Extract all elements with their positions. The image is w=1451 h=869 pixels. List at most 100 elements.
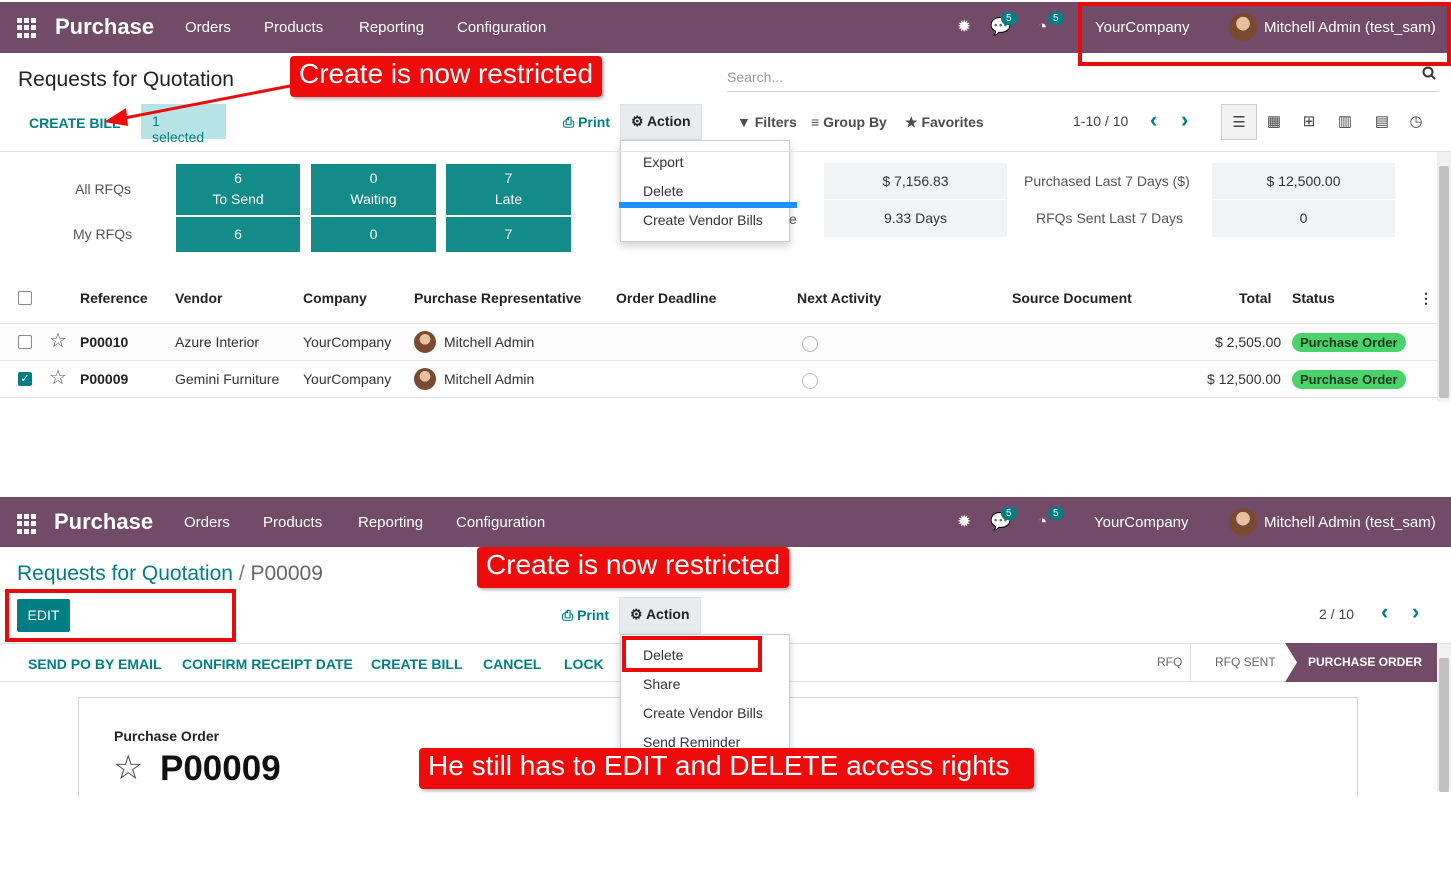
chat-icon[interactable]: 💬 5 [990, 12, 1017, 37]
tile-my-to-send[interactable]: 6 [176, 217, 300, 252]
bug-icon[interactable]: ✹ [957, 512, 971, 532]
kanban-view-icon[interactable]: ▦ [1256, 104, 1292, 140]
rfqs-sent-value: 0 [1212, 200, 1395, 237]
select-all-checkbox[interactable] [18, 291, 32, 305]
pager-value[interactable]: 1-10 / 10 [1073, 113, 1128, 129]
row-checkbox[interactable] [18, 335, 32, 349]
my-rfqs-label: My RFQs [73, 226, 133, 242]
col-next-activity[interactable]: Next Activity [797, 290, 881, 306]
form-scrollbar[interactable] [1437, 644, 1451, 792]
breadcrumb: Requests for Quotation / P00009 [17, 562, 323, 586]
col-total[interactable]: Total [1239, 290, 1271, 306]
row-checkbox[interactable]: ✓ [18, 372, 32, 386]
highlight-delete [622, 636, 762, 672]
app-brand[interactable]: Purchase [54, 509, 153, 535]
pager-previous-icon[interactable]: ‹ [1381, 599, 1388, 625]
group-by-button[interactable]: ≡ Group By [811, 114, 887, 130]
lead-time-days: 9.33 Days [824, 200, 1007, 237]
company-switcher[interactable]: YourCompany [1094, 514, 1189, 531]
bug-icon[interactable]: ✹ [957, 17, 971, 37]
activity-view-icon[interactable]: ◷ [1398, 104, 1434, 140]
pivot-view-icon[interactable]: ⊞ [1291, 104, 1327, 140]
action-create-vendor-bills[interactable]: Create Vendor Bills [621, 699, 789, 728]
cancel-button[interactable]: CANCEL [483, 656, 541, 672]
col-reference[interactable]: Reference [80, 290, 148, 306]
menu-configuration[interactable]: Configuration [456, 514, 545, 531]
list-scrollbar[interactable] [1437, 152, 1451, 402]
pager-next-icon[interactable]: › [1412, 599, 1419, 625]
filters-button[interactable]: ▼ Filters [737, 114, 797, 130]
row-reference: P00009 [80, 371, 129, 387]
priority-star-icon[interactable]: ☆ [49, 328, 67, 353]
print-button[interactable]: ⎙ Print [563, 114, 610, 131]
col-status[interactable]: Status [1292, 290, 1335, 306]
print-icon: ⎙ [562, 607, 574, 623]
menu-orders[interactable]: Orders [185, 19, 231, 36]
edit-button[interactable]: EDIT [17, 599, 70, 632]
menu-reporting[interactable]: Reporting [359, 19, 424, 36]
search-icon[interactable] [1422, 66, 1436, 80]
send-po-by-email-button[interactable]: SEND PO BY EMAIL [28, 656, 162, 672]
activity-clock-icon[interactable] [802, 373, 818, 389]
restriction-callout: Create is now restricted [290, 56, 603, 97]
search-input[interactable]: Search... [727, 64, 1439, 92]
stage-rfq[interactable]: RFQ [1157, 643, 1182, 682]
action-export[interactable]: Export [621, 148, 789, 177]
action-button[interactable]: ⚙ Action [619, 597, 701, 634]
action-create-vendor-bills[interactable]: Create Vendor Bills [621, 206, 789, 235]
action-send-reminder[interactable]: Send Reminder [621, 728, 789, 749]
row-divider [0, 397, 1437, 398]
col-vendor[interactable]: Vendor [175, 290, 222, 306]
tile-waiting[interactable]: 0 Waiting [311, 164, 436, 215]
pager-next-icon[interactable]: › [1181, 107, 1188, 133]
tile-to-send[interactable]: 6 To Send [176, 164, 300, 215]
menu-configuration[interactable]: Configuration [457, 19, 546, 36]
calendar-view-icon[interactable]: ▤ [1364, 104, 1400, 140]
tile-my-waiting[interactable]: 0 [311, 217, 436, 252]
activity-clock-icon[interactable]: ◔ 5 [1037, 507, 1064, 532]
favorites-label: Favorites [921, 114, 984, 130]
breadcrumb-parent-link[interactable]: Requests for Quotation [17, 562, 233, 585]
menu-orders[interactable]: Orders [184, 514, 230, 531]
pager-value[interactable]: 2 / 10 [1319, 606, 1354, 622]
list-view-icon[interactable]: ☰ [1221, 104, 1257, 140]
print-button[interactable]: ⎙ Print [562, 607, 609, 624]
tile-late[interactable]: 7 Late [446, 164, 571, 215]
scrollbar-thumb[interactable] [1439, 166, 1449, 398]
action-button[interactable]: ⚙ Action [620, 104, 702, 140]
stage-rfq-sent[interactable]: RFQ SENT [1215, 643, 1276, 682]
user-avatar[interactable] [1229, 508, 1257, 536]
stage-purchase-order[interactable]: PURCHASE ORDER [1285, 643, 1437, 682]
activity-clock-icon[interactable] [802, 336, 818, 352]
col-purchase-representative[interactable]: Purchase Representative [414, 290, 581, 306]
favorites-button[interactable]: ★ Favorites [905, 114, 984, 131]
col-source-document[interactable]: Source Document [1012, 290, 1132, 306]
graph-view-icon[interactable]: ▥ [1327, 104, 1363, 140]
activity-clock-icon[interactable]: ◔ 5 [1037, 12, 1064, 37]
scrollbar-thumb[interactable] [1439, 658, 1449, 792]
menu-products[interactable]: Products [263, 514, 322, 531]
app-brand[interactable]: Purchase [55, 14, 154, 40]
user-menu[interactable]: Mitchell Admin (test_sam) [1264, 514, 1436, 531]
pager-previous-icon[interactable]: ‹ [1150, 107, 1157, 133]
col-order-deadline[interactable]: Order Deadline [616, 290, 716, 306]
tile-my-late[interactable]: 7 [446, 217, 571, 252]
menu-products[interactable]: Products [264, 19, 323, 36]
priority-star-icon[interactable]: ☆ [113, 748, 143, 788]
row-vendor: Azure Interior [175, 334, 260, 350]
action-share[interactable]: Share [621, 670, 789, 699]
create-bill-button[interactable]: CREATE BILL [371, 656, 463, 672]
row-reference: P00010 [80, 334, 129, 350]
col-company[interactable]: Company [303, 290, 367, 306]
apps-menu-icon[interactable] [17, 514, 37, 534]
priority-star-icon[interactable]: ☆ [49, 365, 67, 390]
group-by-icon: ≡ [811, 114, 820, 130]
lock-button[interactable]: LOCK [564, 656, 604, 672]
chat-icon[interactable]: 💬 5 [990, 507, 1017, 532]
confirm-receipt-date-button[interactable]: CONFIRM RECEIPT DATE [182, 656, 353, 672]
menu-reporting[interactable]: Reporting [358, 514, 423, 531]
row-representative: Mitchell Admin [444, 371, 535, 387]
apps-menu-icon[interactable] [17, 18, 37, 38]
rep-avatar [414, 331, 436, 353]
column-options-icon[interactable]: ⋮ [1419, 290, 1433, 307]
